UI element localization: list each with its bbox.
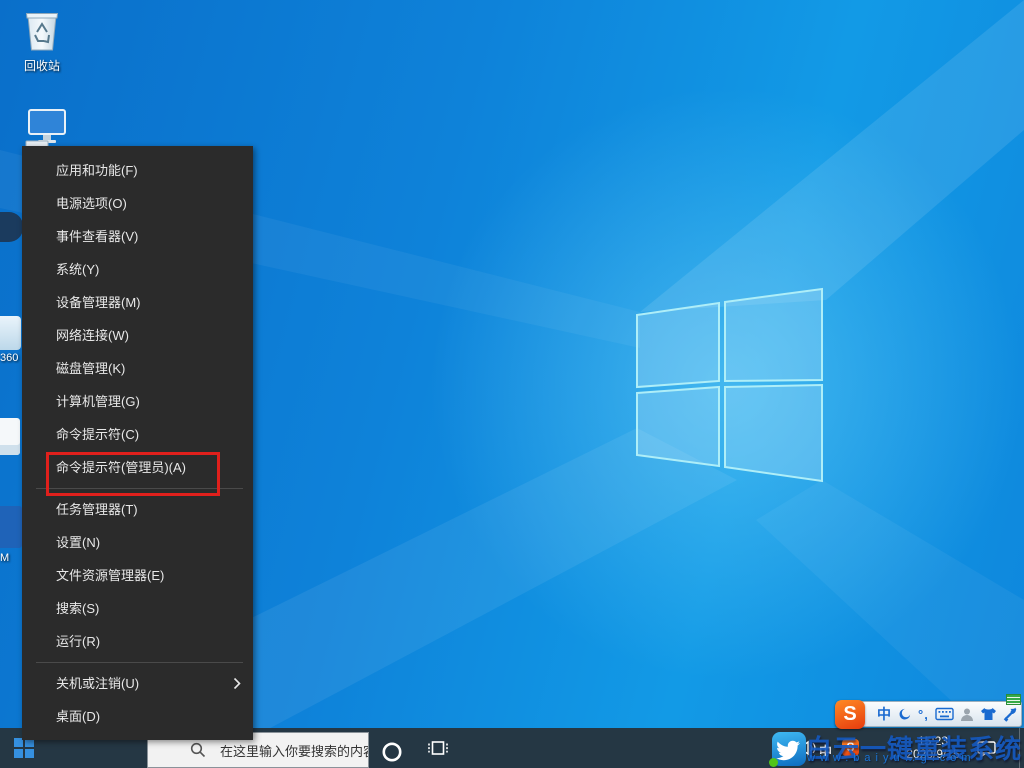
this-pc-icon: [24, 108, 68, 148]
menu-item-computer-management[interactable]: 计算机管理(G): [22, 385, 253, 418]
submenu-chevron-icon: [233, 677, 241, 690]
menu-item-label: 搜索(S): [56, 601, 99, 616]
menu-item-label: 网络连接(W): [56, 328, 129, 343]
recycle-bin-label: 回收站: [14, 57, 70, 74]
menu-item-power-options[interactable]: 电源选项(O): [22, 187, 253, 220]
menu-item-device-manager[interactable]: 设备管理器(M): [22, 286, 253, 319]
keyboard-icon[interactable]: [935, 707, 954, 721]
user-icon[interactable]: [960, 707, 974, 722]
search-placeholder: 在这里输入你要搜索的内容: [220, 741, 369, 760]
menu-item-label: 命令提示符(管理员)(A): [56, 460, 186, 475]
desktop-icon-label: M: [0, 552, 24, 564]
menu-item-label: 文件资源管理器(E): [56, 568, 164, 583]
menu-item-label: 系统(Y): [56, 262, 99, 277]
cortana-button[interactable]: [381, 741, 403, 763]
menu-item-command-prompt[interactable]: 命令提示符(C): [22, 418, 253, 451]
menu-item-label: 设置(N): [56, 535, 100, 550]
desktop: 回收站 360 M 应用和功能(F) 电源选项(O) 事件查看器(V) 系统(Y) 设备…: [0, 0, 1024, 768]
menu-item-label: 计算机管理(G): [56, 394, 140, 409]
desktop-icon-recycle-bin[interactable]: 回收站: [14, 8, 70, 74]
menu-item-label: 事件查看器(V): [56, 229, 138, 244]
desktop-icon-this-pc[interactable]: [18, 108, 74, 148]
task-view-button[interactable]: [427, 739, 449, 757]
menu-item-label: 关机或注销(U): [56, 676, 139, 691]
menu-item-event-viewer[interactable]: 事件查看器(V): [22, 220, 253, 253]
desktop-icon-partial-doc[interactable]: [0, 418, 20, 455]
menu-item-file-explorer[interactable]: 文件资源管理器(E): [22, 559, 253, 592]
ime-mode-button[interactable]: 中: [877, 704, 891, 724]
menu-item-label: 磁盘管理(K): [56, 361, 125, 376]
watermark-url: www.baiyu…g.com: [807, 752, 976, 764]
menu-item-settings[interactable]: 设置(N): [22, 526, 253, 559]
menu-item-label: 设备管理器(M): [56, 295, 141, 310]
desktop-icon-partial-360[interactable]: 360: [0, 316, 21, 350]
menu-item-disk-management[interactable]: 磁盘管理(K): [22, 352, 253, 385]
ime-notification-icon[interactable]: [1006, 694, 1021, 705]
skin-shirt-icon[interactable]: [980, 707, 997, 721]
menu-item-label: 运行(R): [56, 634, 100, 649]
punctuation-mode-button[interactable]: °,: [918, 707, 929, 722]
desktop-icon-partial-m[interactable]: M: [0, 506, 22, 548]
menu-item-task-manager[interactable]: 任务管理器(T): [22, 493, 253, 526]
ime-toolbar: S 中 °,: [836, 701, 1022, 727]
search-icon: [190, 742, 206, 758]
menu-item-desktop[interactable]: 桌面(D): [22, 700, 253, 733]
menu-item-label: 任务管理器(T): [56, 502, 138, 517]
menu-item-apps-features[interactable]: 应用和功能(F): [22, 154, 253, 187]
context-menu: 应用和功能(F) 电源选项(O) 事件查看器(V) 系统(Y) 设备管理器(M) 网络连接…: [22, 146, 253, 740]
menu-separator: [36, 488, 243, 489]
menu-item-label: 命令提示符(C): [56, 427, 139, 442]
windows-flag-logo: [633, 286, 827, 486]
menu-item-label: 应用和功能(F): [56, 163, 138, 178]
menu-separator: [36, 662, 243, 663]
menu-item-run[interactable]: 运行(R): [22, 625, 253, 658]
menu-item-label: 电源选项(O): [56, 196, 127, 211]
desktop-icon-label: 360: [0, 352, 24, 364]
menu-item-search[interactable]: 搜索(S): [22, 592, 253, 625]
menu-item-command-prompt-admin[interactable]: 命令提示符(管理员)(A): [22, 451, 253, 484]
sogou-logo[interactable]: S: [835, 700, 865, 729]
menu-item-system[interactable]: 系统(Y): [22, 253, 253, 286]
menu-item-shutdown-signout[interactable]: 关机或注销(U): [22, 667, 253, 700]
leaf-dot-icon: [769, 758, 778, 767]
context-menu-items: 应用和功能(F) 电源选项(O) 事件查看器(V) 系统(Y) 设备管理器(M) 网络连接…: [22, 154, 253, 733]
watermark-bird-logo: [772, 732, 806, 766]
moon-icon[interactable]: [897, 707, 912, 722]
menu-item-network-connections[interactable]: 网络连接(W): [22, 319, 253, 352]
windows-logo-icon: [14, 738, 34, 758]
recycle-bin-icon: [22, 8, 62, 54]
wrench-icon[interactable]: [1003, 707, 1018, 722]
menu-item-label: 桌面(D): [56, 709, 100, 724]
